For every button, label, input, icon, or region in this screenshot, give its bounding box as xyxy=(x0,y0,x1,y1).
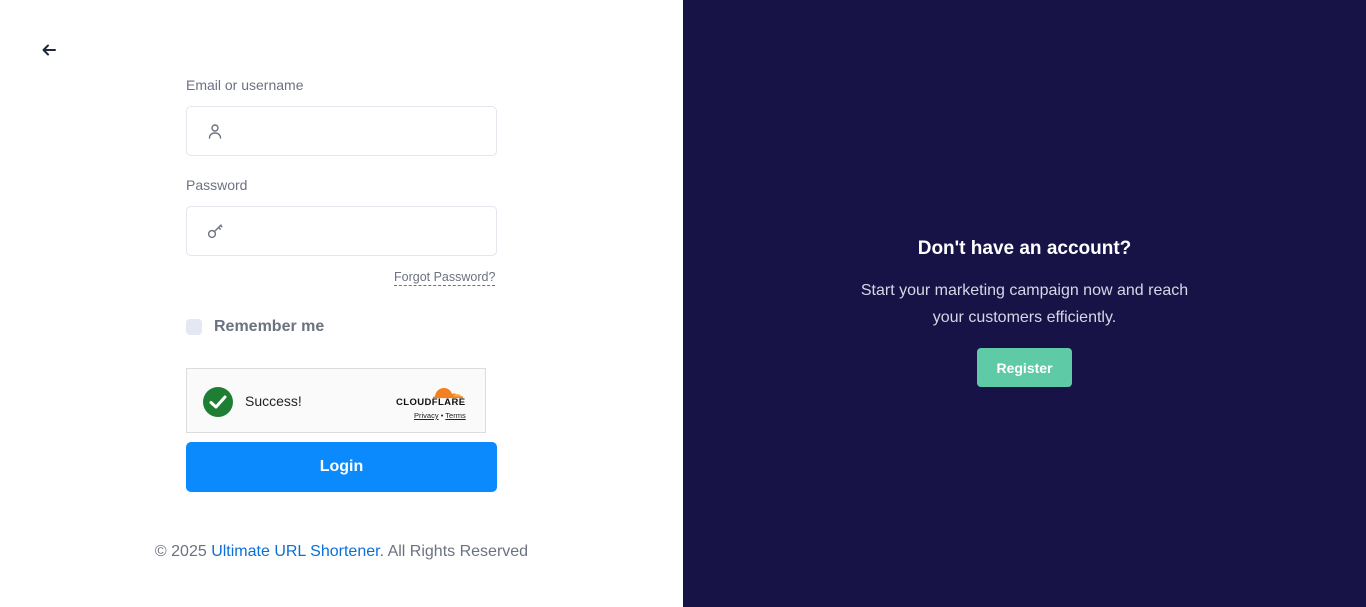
captcha-links: Privacy • Terms xyxy=(414,411,466,420)
arrow-left-icon xyxy=(42,44,56,56)
terms-link[interactable]: Terms xyxy=(445,411,465,420)
cloudflare-captcha[interactable]: Success! CLOUDFLARE Privacy • Terms xyxy=(186,368,486,433)
link-separator: • xyxy=(440,411,444,420)
login-panel: Email or username Password Forgot Passwo… xyxy=(0,0,683,607)
login-button[interactable]: Login xyxy=(186,442,497,492)
password-input[interactable] xyxy=(233,207,489,255)
back-button[interactable] xyxy=(38,40,60,60)
captcha-status-text: Success! xyxy=(245,393,302,409)
footer: © 2025 Ultimate URL Shortener. All Right… xyxy=(0,543,683,561)
signup-panel: Don't have an account? Start your market… xyxy=(683,0,1366,607)
signup-text: Start your marketing campaign now and re… xyxy=(860,282,1189,326)
footer-copyright: © 2025 xyxy=(154,543,212,560)
forgot-password-link[interactable]: Forgot Password? xyxy=(394,270,496,286)
password-label: Password xyxy=(186,177,248,193)
footer-rights: . All Rights Reserved xyxy=(379,543,529,560)
key-icon xyxy=(207,224,223,239)
email-field-wrapper xyxy=(186,106,497,156)
email-label: Email or username xyxy=(186,77,304,93)
checkbox-box[interactable] xyxy=(186,319,202,335)
check-circle-icon xyxy=(203,387,233,417)
footer-site-link[interactable]: Ultimate URL Shortener xyxy=(211,543,379,560)
signup-title: Don't have an account? xyxy=(917,238,1132,259)
cloudflare-wordmark: CLOUDFLARE xyxy=(396,397,466,408)
user-icon xyxy=(208,124,222,139)
remember-me-label: Remember me xyxy=(214,318,325,335)
email-input[interactable] xyxy=(233,107,489,155)
privacy-link[interactable]: Privacy xyxy=(414,411,439,420)
remember-me-checkbox[interactable]: Remember me xyxy=(186,318,324,336)
password-field-wrapper xyxy=(186,206,497,256)
register-button[interactable]: Register xyxy=(977,348,1072,387)
